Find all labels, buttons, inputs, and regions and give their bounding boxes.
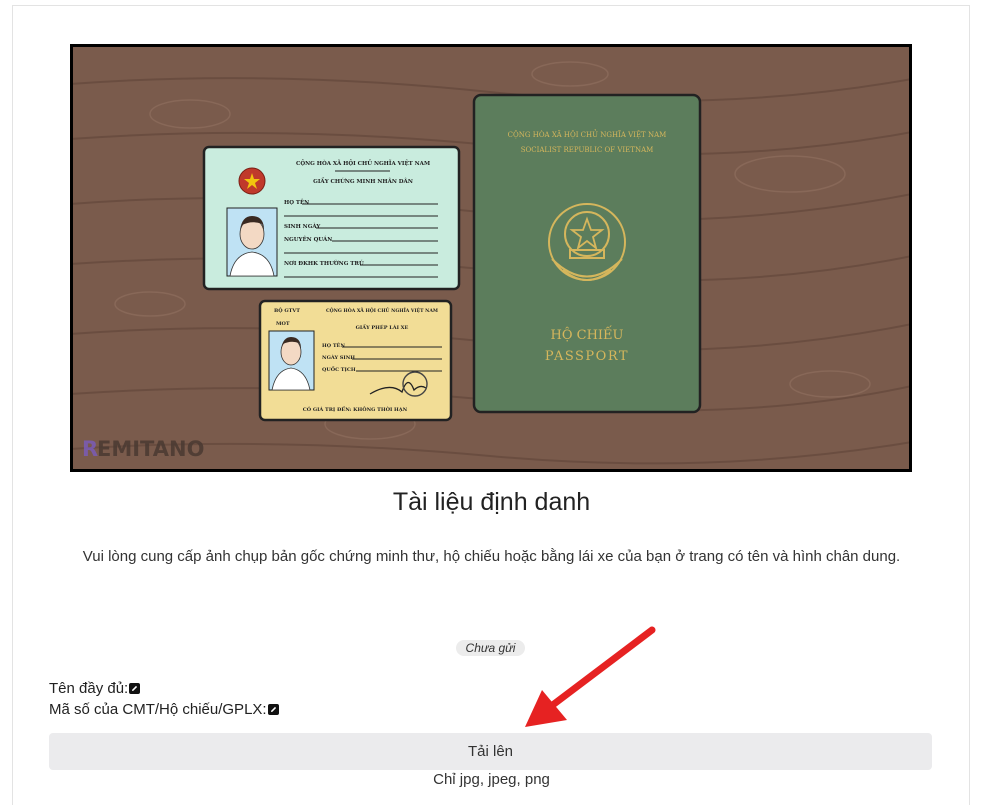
edit-icon[interactable]	[267, 703, 279, 715]
svg-text:MOT: MOT	[276, 321, 290, 327]
svg-text:CỘNG HÒA XÃ HỘI CHỦ NGHĨA VIỆT: CỘNG HÒA XÃ HỘI CHỦ NGHĨA VIỆT NAM	[296, 159, 430, 167]
passport-image: CỘNG HÒA XÃ HỘI CHỦ NGHĨA VIỆT NAM SOCIA…	[472, 93, 702, 414]
upload-format-hint: Chỉ jpg, jpeg, png	[433, 771, 550, 788]
svg-text:HỌ TÊN: HỌ TÊN	[322, 341, 345, 349]
svg-text:NGUYÊN QUÁN: NGUYÊN QUÁN	[284, 235, 332, 243]
page-description: Vui lòng cung cấp ảnh chụp bản gốc chứng…	[82, 548, 901, 565]
upload-button[interactable]: Tải lên	[49, 733, 932, 770]
svg-text:GIẤY CHỨNG MINH NHÂN DÂN: GIẤY CHỨNG MINH NHÂN DÂN	[313, 177, 413, 185]
svg-text:HỌ TÊN: HỌ TÊN	[284, 198, 309, 206]
id-number-field: Mã số của CMT/Hộ chiếu/GPLX:	[49, 701, 279, 719]
svg-text:CÓ GIÁ TRỊ ĐẾN: KHÔNG THỜI HẠN: CÓ GIÁ TRỊ ĐẾN: KHÔNG THỜI HẠN	[303, 405, 408, 413]
svg-text:GIẤY PHÉP LÁI XE: GIẤY PHÉP LÁI XE	[356, 323, 409, 331]
svg-text:NƠI ĐKHK THƯỜNG TRÚ: NƠI ĐKHK THƯỜNG TRÚ	[284, 259, 364, 267]
svg-text:HỘ CHIẾU: HỘ CHIẾU	[551, 325, 624, 343]
id-documents-illustration: CỘNG HÒA XÃ HỘI CHỦ NGHĨA VIỆT NAM GIẤY …	[70, 44, 912, 472]
svg-text:BỘ GTVT: BỘ GTVT	[274, 306, 300, 314]
id-number-label: Mã số của CMT/Hộ chiếu/GPLX:	[49, 701, 267, 718]
edit-icon[interactable]	[129, 682, 141, 694]
full-name-label: Tên đầy đủ:	[49, 680, 129, 697]
svg-text:SOCIALIST REPUBLIC OF VIETNAM: SOCIALIST REPUBLIC OF VIETNAM	[521, 146, 654, 154]
id-card-image: CỘNG HÒA XÃ HỘI CHỦ NGHĨA VIỆT NAM GIẤY …	[202, 145, 461, 291]
svg-text:CỘNG HÒA XÃ HỘI CHỦ NGHĨA VIỆT: CỘNG HÒA XÃ HỘI CHỦ NGHĨA VIỆT NAM	[508, 129, 667, 139]
svg-text:EMITANO: EMITANO	[97, 437, 204, 461]
red-arrow-annotation	[525, 626, 656, 727]
page-title: Tài liệu định danh	[392, 488, 591, 516]
remitano-watermark: R EMITANO	[82, 437, 204, 461]
svg-text:QUỐC TỊCH: QUỐC TỊCH	[322, 365, 356, 373]
svg-text:SINH NGÀY: SINH NGÀY	[284, 223, 320, 230]
driving-license-image: BỘ GTVT MOT CỘNG HÒA XÃ HỘI CHỦ NGHĨA VI…	[258, 299, 453, 422]
svg-text:R: R	[82, 437, 98, 461]
full-name-field: Tên đầy đủ:	[49, 680, 141, 698]
svg-text:PASSPORT: PASSPORT	[545, 349, 629, 364]
svg-text:NGÀY SINH: NGÀY SINH	[322, 354, 355, 361]
